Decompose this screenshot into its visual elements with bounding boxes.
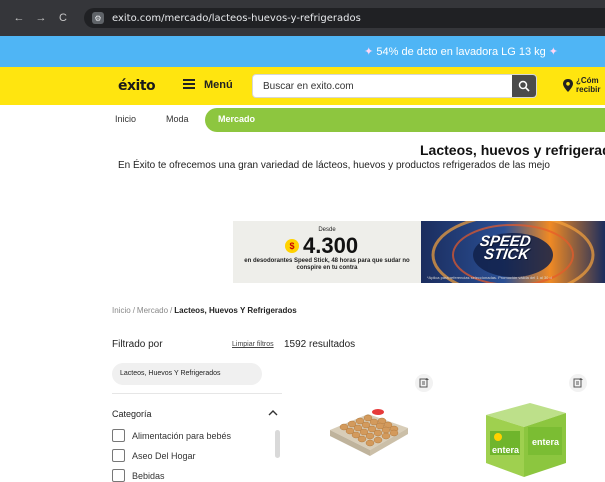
search-button[interactable] bbox=[512, 75, 536, 97]
filter-option-label: Alimentación para bebés bbox=[132, 430, 232, 441]
exito-logo[interactable]: éxito bbox=[118, 78, 156, 94]
egg-tray-product-image[interactable] bbox=[326, 400, 410, 458]
filter-option-label: Aseo Del Hogar bbox=[132, 450, 196, 461]
url-text: exito.com/mercado/lacteos-huevos-y-refri… bbox=[112, 12, 361, 24]
nav-item-mercado-label[interactable]: Mercado bbox=[218, 114, 255, 124]
address-bar[interactable]: ⚙ exito.com/mercado/lacteos-huevos-y-ref… bbox=[84, 8, 605, 28]
banner-subtitle: en desodorantes Speed Stick, 48 horas pa… bbox=[244, 258, 410, 271]
browser-toolbar: ← → C ⚙ exito.com/mercado/lacteos-huevos… bbox=[0, 0, 605, 36]
checkbox[interactable] bbox=[112, 449, 125, 462]
banner-price: 4.300 bbox=[303, 233, 359, 258]
sparkle-icon: ✦ bbox=[548, 46, 558, 58]
chevron-up-icon[interactable] bbox=[268, 408, 278, 418]
nav-item-inicio[interactable]: Inicio bbox=[115, 114, 136, 124]
compare-button[interactable] bbox=[415, 374, 433, 392]
breadcrumb-current: Lacteos, Huevos Y Refrigerados bbox=[174, 306, 297, 315]
filter-option-label: Bebidas bbox=[132, 470, 165, 481]
banner-product-image: SPEED STICK *Aplica para referencias sel… bbox=[421, 221, 605, 283]
speed-stick-logo: SPEED STICK bbox=[478, 233, 532, 263]
search-placeholder: Buscar en exito.com bbox=[263, 81, 354, 92]
checkbox[interactable] bbox=[112, 469, 125, 482]
promo-bar[interactable]: ✦ 54% de dcto en lavadora LG 13 kg ✦ bbox=[0, 36, 605, 67]
filter-option[interactable]: Bebidas bbox=[112, 469, 165, 482]
filter-option[interactable]: Aseo Del Hogar bbox=[112, 449, 196, 462]
checkbox[interactable] bbox=[112, 429, 125, 442]
results-count: 1592 resultados bbox=[284, 339, 356, 350]
site-settings-icon[interactable]: ⚙ bbox=[92, 12, 104, 24]
location-pin-icon[interactable] bbox=[561, 78, 575, 94]
search-input[interactable]: Buscar en exito.com bbox=[252, 74, 537, 98]
filter-option[interactable]: Alimentación para bebés bbox=[112, 429, 231, 442]
nav-item-mercado[interactable] bbox=[205, 108, 605, 132]
clear-filters-link[interactable]: Limpiar filtros bbox=[232, 341, 274, 348]
promo-banner[interactable]: Desde $ 4.300 en desodorantes Speed Stic… bbox=[233, 221, 605, 283]
search-icon bbox=[518, 80, 530, 92]
cheese-brand-label-side: entera bbox=[532, 437, 560, 447]
compare-icon bbox=[573, 378, 583, 388]
price-sign-icon: $ bbox=[285, 239, 299, 253]
hamburger-menu-icon[interactable] bbox=[183, 79, 195, 89]
nav-item-moda[interactable]: Moda bbox=[166, 114, 189, 124]
forward-button[interactable]: → bbox=[30, 12, 52, 24]
banner-offer: Desde $ 4.300 en desodorantes Speed Stic… bbox=[233, 221, 421, 283]
cheese-pack-product-image[interactable]: entera entera bbox=[480, 397, 570, 481]
active-filter-chip[interactable]: Lacteos, Huevos Y Refrigerados bbox=[112, 363, 262, 385]
delivery-location[interactable]: ¿Cóm recibir bbox=[576, 76, 605, 94]
cheese-brand-label: entera bbox=[492, 445, 520, 455]
breadcrumb-mercado[interactable]: Mercado bbox=[137, 306, 168, 315]
sparkle-icon: ✦ bbox=[364, 46, 374, 58]
banner-fine-print: *Aplica para referencias seleccionadas. … bbox=[427, 275, 552, 280]
category-description: En Éxito te ofrecemos una gran variedad … bbox=[118, 160, 550, 171]
filter-scrollbar[interactable] bbox=[275, 430, 280, 458]
reload-button[interactable]: C bbox=[52, 12, 74, 24]
site-header: éxito Menú Buscar en exito.com ¿Cóm reci… bbox=[0, 67, 605, 105]
menu-label[interactable]: Menú bbox=[204, 79, 233, 91]
promo-text: 54% de dcto en lavadora LG 13 kg bbox=[376, 45, 546, 58]
compare-icon bbox=[419, 378, 429, 388]
compare-button[interactable] bbox=[569, 374, 587, 392]
breadcrumb-inicio[interactable]: Inicio bbox=[112, 306, 131, 315]
back-button[interactable]: ← bbox=[8, 12, 30, 24]
category-filter-title[interactable]: Categoría bbox=[112, 409, 152, 419]
page-title: Lacteos, huevos y refrigerado bbox=[420, 142, 605, 158]
category-nav: Inicio Moda Mercado bbox=[0, 105, 605, 134]
breadcrumb: Inicio / Mercado / Lacteos, Huevos Y Refrige… bbox=[112, 306, 297, 315]
divider bbox=[112, 393, 282, 394]
filter-title: Filtrado por bbox=[112, 339, 163, 350]
